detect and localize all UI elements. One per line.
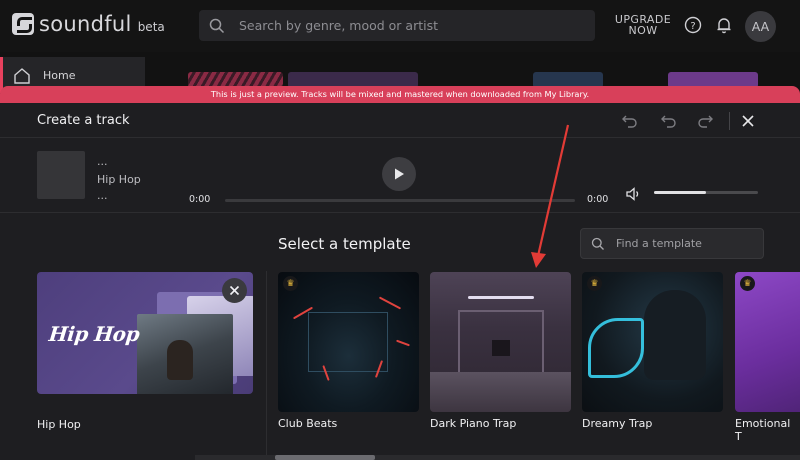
annotation-arrow (531, 124, 570, 268)
